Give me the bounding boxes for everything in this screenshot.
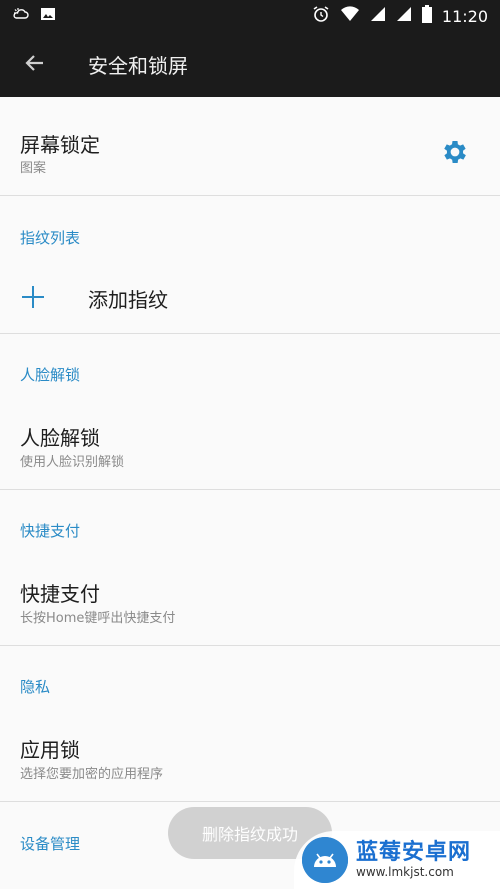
- watermark-logo-icon: [302, 837, 348, 883]
- page-title: 安全和锁屏: [88, 54, 188, 78]
- quick-pay-subtitle: 长按Home键呼出快捷支付: [20, 611, 176, 626]
- back-arrow-icon: [23, 51, 47, 79]
- divider: [0, 195, 500, 196]
- quick-pay-title: 快捷支付: [20, 582, 100, 606]
- back-button[interactable]: [0, 32, 70, 97]
- plus-icon: [22, 286, 44, 308]
- watermark-text: 蓝莓安卓网 www.lmkjst.com: [356, 840, 472, 880]
- face-unlock-section-title: 人脸解锁: [20, 366, 81, 384]
- status-right: 11:20: [312, 5, 488, 27]
- battery-icon: [421, 5, 432, 27]
- privacy-section-title: 隐私: [20, 678, 51, 696]
- divider: [0, 333, 500, 334]
- weather-icon: [12, 5, 30, 27]
- add-fingerprint-label: 添加指纹: [88, 288, 168, 312]
- face-unlock-title: 人脸解锁: [20, 426, 100, 450]
- watermark-url: www.lmkjst.com: [356, 865, 454, 879]
- screen-lock-title: 屏幕锁定: [20, 133, 100, 157]
- app-lock-item[interactable]: 应用锁 选择您要加密的应用程序: [0, 709, 500, 801]
- divider: [0, 801, 500, 802]
- signal-icon: [370, 6, 386, 26]
- settings-list: 屏幕锁定 图案 指纹列表 添加指纹 人脸解锁 人脸解锁 使用人脸识别解锁 快捷支…: [0, 97, 500, 889]
- divider: [0, 645, 500, 646]
- screen-lock-subtitle: 图案: [20, 161, 47, 176]
- screen-lock-item[interactable]: 屏幕锁定 图案: [0, 97, 500, 195]
- face-unlock-item[interactable]: 人脸解锁 使用人脸识别解锁: [0, 397, 500, 489]
- fingerprint-section-title: 指纹列表: [20, 229, 81, 247]
- gear-icon[interactable]: [440, 137, 470, 167]
- app-bar: 安全和锁屏: [0, 32, 500, 97]
- screen: 11:20 安全和锁屏 屏幕锁定 图案 指纹列表 添加指纹 人脸解锁 人脸解锁 …: [0, 0, 500, 889]
- quick-pay-item[interactable]: 快捷支付 长按Home键呼出快捷支付: [0, 553, 500, 645]
- add-fingerprint-item[interactable]: 添加指纹: [0, 257, 500, 333]
- app-lock-title: 应用锁: [20, 738, 80, 762]
- quick-pay-section-title: 快捷支付: [20, 522, 81, 540]
- signal2-icon: [396, 6, 412, 26]
- watermark-main: 蓝莓安卓网: [356, 840, 472, 865]
- wifi-icon: [340, 6, 360, 26]
- status-time: 11:20: [441, 6, 488, 26]
- device-admin-section-title: 设备管理: [20, 835, 81, 853]
- status-bar: 11:20: [0, 0, 500, 32]
- divider: [0, 489, 500, 490]
- image-icon: [40, 6, 56, 26]
- status-left: [12, 5, 56, 27]
- app-lock-subtitle: 选择您要加密的应用程序: [20, 767, 164, 782]
- face-unlock-subtitle: 使用人脸识别解锁: [20, 455, 125, 470]
- alarm-icon: [312, 5, 330, 27]
- watermark: 蓝莓安卓网 www.lmkjst.com: [294, 831, 500, 889]
